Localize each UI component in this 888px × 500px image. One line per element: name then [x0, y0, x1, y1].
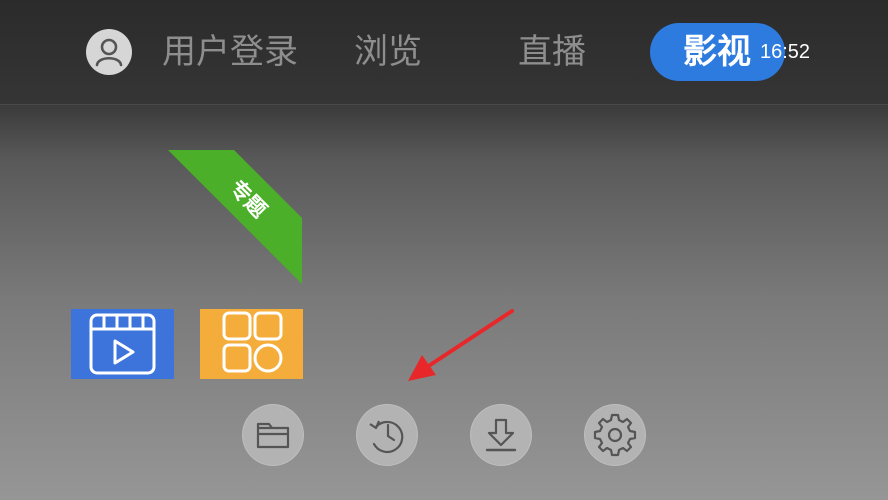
folder-button[interactable]	[242, 404, 304, 466]
status-clock: 16:52	[760, 41, 811, 63]
nav-movies-label: 影视	[683, 32, 751, 72]
download-button[interactable]	[470, 404, 532, 466]
apps-tile[interactable]	[200, 309, 303, 379]
nav-user-login[interactable]: 用户登录	[162, 30, 298, 74]
settings-button[interactable]	[584, 404, 646, 466]
settings-gear-icon	[593, 413, 637, 457]
apps-grid-icon	[222, 311, 283, 373]
history-button[interactable]	[356, 404, 418, 466]
folder-icon	[256, 422, 290, 449]
history-icon	[369, 420, 404, 454]
video-icon	[89, 313, 156, 375]
annotation-arrow-icon	[408, 309, 514, 381]
nav-live[interactable]: 直播	[518, 30, 586, 74]
user-icon	[95, 38, 123, 67]
nav-browse[interactable]: 浏览	[354, 30, 422, 74]
top-navigation-bar: 用户登录 浏览 直播 影视 16:52	[0, 0, 888, 105]
download-icon	[485, 418, 517, 452]
bottom-edge	[0, 488, 888, 500]
user-avatar[interactable]	[86, 29, 132, 75]
video-tile[interactable]	[71, 309, 174, 379]
